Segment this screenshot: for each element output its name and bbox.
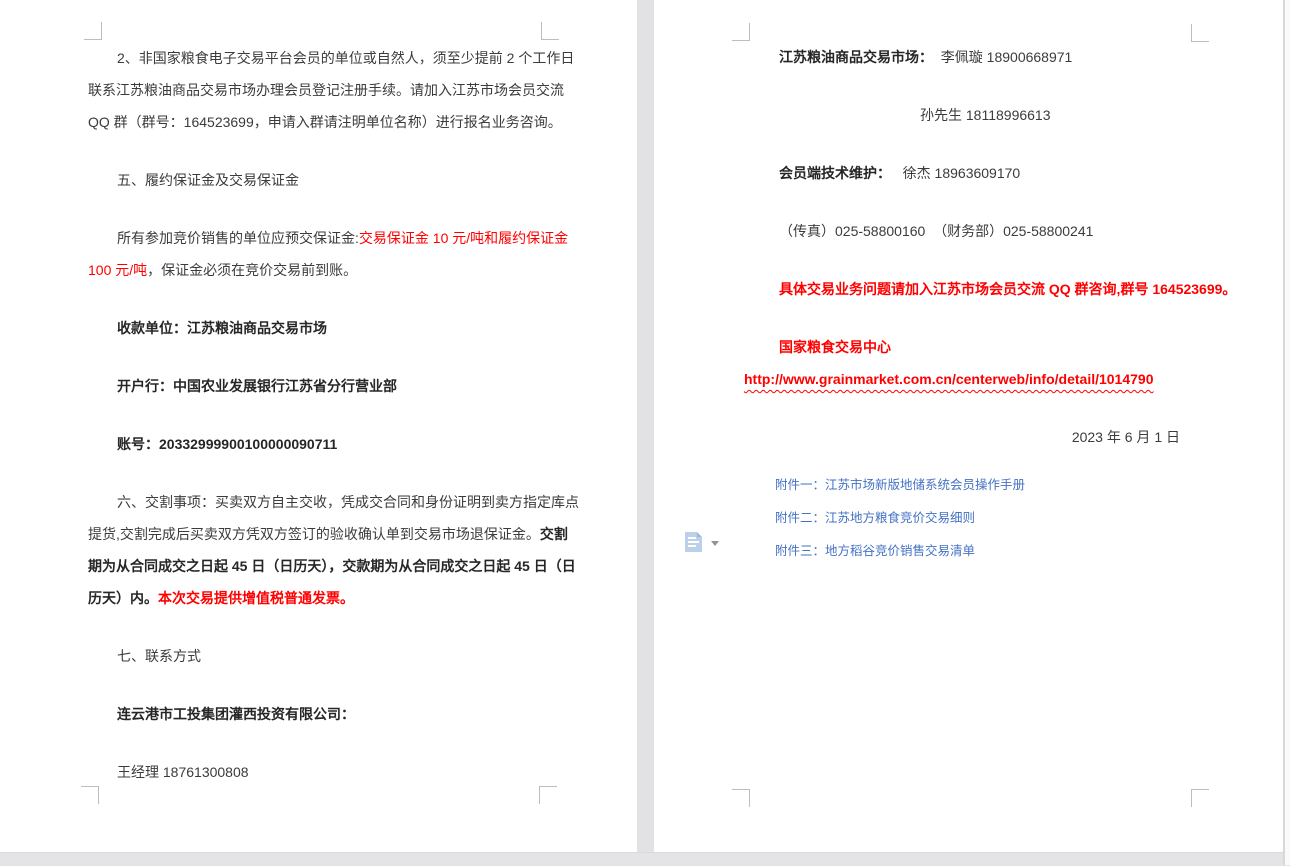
- crop-mark: [732, 789, 750, 807]
- paragraph: 开户行：中国农业发展银行江苏省分行营业部: [88, 370, 546, 402]
- text-run: 期为从合同成交之日起 45 日（日历天），交款期为从合同成交之日起 45 日（日: [88, 556, 576, 576]
- text-run: 国家粮食交易中心: [779, 337, 891, 357]
- paragraph: 孙先生 18118996613: [750, 99, 1192, 131]
- text-run: 2023 年 6 月 1 日: [1072, 427, 1180, 447]
- document-line: QQ 群（群号：164523699，申请入群请注明单位名称）进行报名业务咨询。: [88, 106, 546, 138]
- paragraph: 所有参加竞价销售的单位应预交保证金:交易保证金 10 元/吨和履约保证金100 …: [88, 222, 546, 286]
- text-run: ，保证金必须在竞价交易前到账。: [147, 260, 357, 280]
- text-run: 五、履约保证金及交易保证金: [117, 170, 299, 190]
- document-line: （传真）025-58800160 （财务部）025-58800241: [750, 215, 1192, 247]
- text-run: 收款单位：江苏粮油商品交易市场: [117, 318, 327, 338]
- text-run: 孙先生 18118996613: [920, 105, 1051, 125]
- crop-mark: [1191, 24, 1209, 42]
- text-run: 交易保证金 10 元/吨和履约保证金: [359, 228, 568, 248]
- attachment-links: 附件一：江苏市场新版地储系统会员操作手册附件二：江苏地方粮食竞价交易细则附件三：…: [750, 467, 1192, 566]
- document-line: 2、非国家粮食电子交易平台会员的单位或自然人，须至少提前 2 个工作日: [88, 42, 546, 74]
- paragraph: 五、履约保证金及交易保证金: [88, 164, 546, 196]
- text-run: 会员端技术维护：: [779, 163, 891, 183]
- document-line: 2023 年 6 月 1 日: [750, 421, 1192, 453]
- page-gap: [637, 0, 654, 865]
- text-run: 100 元/吨: [88, 260, 147, 280]
- document-line: 国家粮食交易中心: [750, 331, 1192, 363]
- paragraph: 江苏粮油商品交易市场： 李佩璇 18900668971: [750, 41, 1192, 73]
- document-line: 七、联系方式: [88, 640, 546, 672]
- text-run: 连云港市工投集团灌西投资有限公司：: [117, 704, 355, 724]
- crop-mark: [1191, 789, 1209, 807]
- attachment-link-3[interactable]: 附件三：地方稻谷竞价销售交易清单: [750, 533, 1192, 566]
- document-line: 六、交割事项：买卖双方自主交收，凭成交合同和身份证明到卖方指定库点: [88, 486, 546, 518]
- paragraph: 2023 年 6 月 1 日: [750, 421, 1192, 453]
- paragraph: 王经理 18761300808: [88, 756, 546, 788]
- paragraph: （传真）025-58800160 （财务部）025-58800241: [750, 215, 1192, 247]
- chevron-down-icon: [711, 541, 719, 546]
- paragraph: 具体交易业务问题请加入江苏市场会员交流 QQ 群咨询,群号 164523699。: [750, 273, 1192, 305]
- crop-mark: [84, 22, 102, 40]
- attachment-link-2[interactable]: 附件二：江苏地方粮食竞价交易细则: [750, 500, 1192, 533]
- paragraph: 国家粮食交易中心http://www.grainmarket.com.cn/ce…: [750, 331, 1192, 395]
- right-page-text-area[interactable]: 江苏粮油商品交易市场： 李佩璇 18900668971 孙先生 181189966…: [750, 41, 1192, 453]
- document-line: 五、履约保证金及交易保证金: [88, 164, 546, 196]
- bottom-background-band: [0, 852, 1290, 866]
- text-run: 所有参加竞价销售的单位应预交保证金:: [117, 228, 359, 248]
- text-run: 开户行：中国农业发展银行江苏省分行营业部: [117, 376, 397, 396]
- paragraph: 2、非国家粮食电子交易平台会员的单位或自然人，须至少提前 2 个工作日联系江苏粮…: [88, 42, 546, 138]
- document-line: 孙先生 18118996613: [750, 99, 1192, 131]
- attachment-link-1[interactable]: 附件一：江苏市场新版地储系统会员操作手册: [750, 467, 1192, 500]
- paragraph: 会员端技术维护： 徐杰 18963609170: [750, 157, 1192, 189]
- crop-mark: [732, 23, 750, 41]
- document-line: 连云港市工投集团灌西投资有限公司：: [88, 698, 546, 730]
- document-line: 期为从合同成交之日起 45 日（日历天），交款期为从合同成交之日起 45 日（日: [88, 550, 546, 582]
- text-run: http://www.grainmarket.com.cn/centerweb/…: [744, 371, 1154, 387]
- document-line: 所有参加竞价销售的单位应预交保证金:交易保证金 10 元/吨和履约保证金: [88, 222, 546, 254]
- paragraph: 七、联系方式: [88, 640, 546, 672]
- document-line: 王经理 18761300808: [88, 756, 546, 788]
- paste-options-button[interactable]: [685, 532, 725, 554]
- text-run: 账号：20332999900100000090711: [117, 434, 337, 454]
- paragraph: 连云港市工投集团灌西投资有限公司：: [88, 698, 546, 730]
- crop-mark: [541, 22, 559, 40]
- document-line: 收款单位：江苏粮油商品交易市场: [88, 312, 546, 344]
- document-line: 账号：20332999900100000090711: [88, 428, 546, 460]
- paragraph: 账号：20332999900100000090711: [88, 428, 546, 460]
- document-line: 联系江苏粮油商品交易市场办理会员登记注册手续。请加入江苏市场会员交流: [88, 74, 546, 106]
- document-line: 提货,交割完成后买卖双方凭双方签订的验收确认单到交易市场退保证金。交割: [88, 518, 546, 550]
- paragraph: 六、交割事项：买卖双方自主交收，凭成交合同和身份证明到卖方指定库点提货,交割完成…: [88, 486, 546, 614]
- text-run: 联系江苏粮油商品交易市场办理会员登记注册手续。请加入江苏市场会员交流: [88, 80, 564, 100]
- text-run: 本次交易提供增值税普通发票。: [158, 588, 354, 608]
- text-run: 江苏粮油商品交易市场：: [779, 47, 933, 67]
- text-run: 历天）内。: [88, 588, 158, 608]
- crop-mark: [81, 786, 99, 804]
- window-right-fill: [1285, 0, 1290, 865]
- page-fold: [697, 532, 702, 537]
- paragraph: 收款单位：江苏粮油商品交易市场: [88, 312, 546, 344]
- text-run: 七、联系方式: [117, 646, 201, 666]
- document-line: 具体交易业务问题请加入江苏市场会员交流 QQ 群咨询,群号 164523699。: [750, 273, 1192, 305]
- document-line: 历天）内。本次交易提供增值税普通发票。: [88, 582, 546, 614]
- crop-mark: [539, 786, 557, 804]
- text-run: QQ 群（群号：164523699，申请入群请注明单位名称）进行报名业务咨询。: [88, 112, 562, 132]
- document-icon: [685, 532, 702, 552]
- document-line: http://www.grainmarket.com.cn/centerweb/…: [744, 363, 1192, 395]
- text-run: 徐杰 18963609170: [891, 163, 1020, 183]
- text-run: 提货,交割完成后买卖双方凭双方签订的验收确认单到交易市场退保证金。: [88, 524, 540, 544]
- document-line: 会员端技术维护： 徐杰 18963609170: [750, 157, 1192, 189]
- document-line: 江苏粮油商品交易市场： 李佩璇 18900668971: [750, 41, 1192, 73]
- text-run: 王经理 18761300808: [117, 762, 249, 782]
- text-run: 六、交割事项：买卖双方自主交收，凭成交合同和身份证明到卖方指定库点: [117, 492, 579, 512]
- left-page-text-area[interactable]: 2、非国家粮食电子交易平台会员的单位或自然人，须至少提前 2 个工作日联系江苏粮…: [88, 42, 546, 788]
- text-run: 具体交易业务问题请加入江苏市场会员交流 QQ 群咨询,群号 164523699。: [779, 279, 1236, 299]
- document-line: 开户行：中国农业发展银行江苏省分行营业部: [88, 370, 546, 402]
- text-run: （传真）025-58800160 （财务部）025-58800241: [779, 221, 1093, 241]
- text-run: 李佩璇 18900668971: [933, 47, 1072, 67]
- document-line: 100 元/吨，保证金必须在竞价交易前到账。: [88, 254, 546, 286]
- text-run: 交割: [540, 524, 568, 544]
- text-run: 2、非国家粮食电子交易平台会员的单位或自然人，须至少提前 2 个工作日: [117, 48, 574, 68]
